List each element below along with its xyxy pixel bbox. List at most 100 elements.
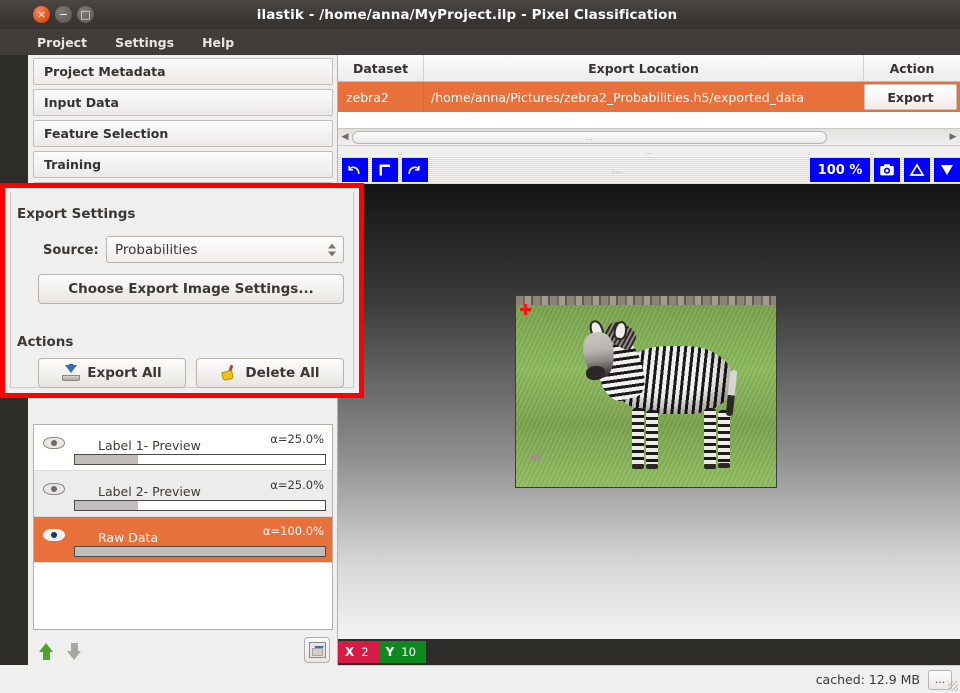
minimize-icon[interactable]: − bbox=[55, 6, 72, 23]
layer-name: Label 2- Preview bbox=[98, 484, 201, 499]
menu-item-help[interactable]: Help bbox=[199, 33, 237, 52]
coordinate-display: X 2 Y 10 bbox=[338, 641, 426, 663]
choose-export-image-settings-button[interactable]: Choose Export Image Settings... bbox=[38, 274, 344, 304]
menu-item-project[interactable]: Project bbox=[34, 33, 90, 52]
close-icon[interactable]: × bbox=[33, 6, 50, 23]
export-table: Dataset Export Location Action zebra2 /h… bbox=[338, 55, 960, 128]
rotate-left-icon[interactable] bbox=[342, 158, 368, 182]
delete-all-button[interactable]: Delete All bbox=[196, 358, 344, 388]
rock-wall bbox=[516, 296, 776, 305]
eye-icon[interactable] bbox=[43, 482, 65, 496]
column-header-export-location[interactable]: Export Location bbox=[424, 55, 864, 81]
arrow-down-icon[interactable] bbox=[61, 638, 87, 664]
zebra-figure bbox=[576, 318, 741, 468]
viewer-toolbar: … 100 % bbox=[338, 156, 960, 184]
x-coordinate: X 2 bbox=[338, 641, 379, 663]
camera-icon[interactable] bbox=[874, 158, 900, 182]
status-bar: cached: 12.9 MB ... bbox=[338, 665, 960, 693]
sidebar-item-feature-selection[interactable]: Feature Selection bbox=[33, 120, 333, 147]
list-item[interactable]: Label 2- Preview α=25.0% bbox=[34, 471, 332, 517]
square-icon[interactable] bbox=[372, 158, 398, 182]
sidebar-item-input-data[interactable]: Input Data bbox=[33, 89, 333, 116]
list-item[interactable]: Label 1- Preview α=25.0% bbox=[34, 425, 332, 471]
spinner-arrows-icon[interactable] bbox=[328, 243, 336, 256]
zoom-level-button[interactable]: 100 % bbox=[810, 158, 870, 182]
export-settings-panel: Export Settings Source: Probabilities Ch… bbox=[0, 183, 364, 398]
layer-alpha: α=25.0% bbox=[270, 478, 324, 492]
sidebar-item-project-metadata[interactable]: Project Metadata bbox=[33, 58, 333, 85]
layer-name: Raw Data bbox=[98, 530, 158, 545]
export-all-label: Export All bbox=[87, 365, 161, 381]
table-empty-area bbox=[338, 112, 960, 127]
layer-alpha: α=100.0% bbox=[263, 524, 324, 538]
export-settings-title: Export Settings bbox=[17, 206, 135, 222]
export-settings-inner: Export Settings Source: Probabilities Ch… bbox=[10, 192, 354, 388]
triangle-down-icon[interactable] bbox=[934, 158, 960, 182]
source-dropdown[interactable]: Probabilities bbox=[106, 236, 344, 263]
delete-all-label: Delete All bbox=[245, 365, 319, 381]
applet-label: Training bbox=[44, 157, 101, 172]
layer-opacity-slider[interactable] bbox=[74, 500, 326, 511]
ilastik-window: × − □ ilastik - /home/anna/MyProject.ilp… bbox=[0, 0, 960, 693]
toolbar-spacer: … bbox=[428, 166, 806, 175]
cell-dataset: zebra2 bbox=[338, 82, 424, 112]
rotate-right-icon[interactable] bbox=[402, 158, 428, 182]
layer-toolbar bbox=[33, 636, 333, 666]
layer-name: Label 1- Preview bbox=[98, 438, 201, 453]
applet-label: Feature Selection bbox=[44, 126, 168, 141]
actions-title: Actions bbox=[17, 334, 73, 350]
window-controls: × − □ bbox=[33, 6, 94, 23]
x-value: 2 bbox=[361, 645, 378, 659]
applet-label: Project Metadata bbox=[44, 64, 166, 79]
cell-export-location: /home/anna/Pictures/zebra2_Probabilities… bbox=[424, 82, 864, 112]
column-header-dataset[interactable]: Dataset bbox=[338, 55, 424, 81]
menu-bar: Project Settings Help bbox=[0, 29, 960, 55]
table-header-row: Dataset Export Location Action bbox=[338, 55, 960, 82]
scroll-left-icon[interactable]: ◀ bbox=[338, 129, 352, 145]
export-tray-icon bbox=[62, 365, 80, 381]
source-label: Source: bbox=[43, 243, 99, 258]
layer-opacity-slider[interactable] bbox=[74, 546, 326, 557]
export-button[interactable]: Export bbox=[864, 84, 957, 110]
y-coordinate: Y 10 bbox=[379, 641, 426, 663]
cell-action: Export bbox=[864, 82, 960, 112]
table-row[interactable]: zebra2 /home/anna/Pictures/zebra2_Probab… bbox=[338, 82, 960, 112]
eye-icon[interactable] bbox=[43, 436, 65, 450]
triangle-up-icon[interactable] bbox=[904, 158, 930, 182]
splitter-handle[interactable]: … bbox=[338, 146, 960, 156]
column-header-action[interactable]: Action bbox=[864, 55, 960, 81]
minimize-glyph: − bbox=[59, 9, 68, 20]
table-horizontal-scrollbar[interactable]: ◀ … ▶ bbox=[338, 128, 960, 146]
resize-grip[interactable] bbox=[948, 681, 958, 691]
arrow-up-icon[interactable] bbox=[33, 638, 59, 664]
menu-item-settings[interactable]: Settings bbox=[112, 33, 177, 52]
scroll-track[interactable]: … bbox=[352, 131, 946, 144]
list-item[interactable]: Raw Data α=100.0% bbox=[34, 517, 332, 563]
cache-status: cached: 12.9 MB bbox=[816, 672, 920, 687]
crosshair-cursor-icon bbox=[520, 304, 531, 315]
layer-list: Label 1- Preview α=25.0% Label 2- Previe… bbox=[33, 424, 333, 630]
applet-label: Input Data bbox=[44, 95, 119, 110]
title-bar: × − □ ilastik - /home/anna/MyProject.ilp… bbox=[0, 0, 960, 29]
choose-settings-label: Choose Export Image Settings... bbox=[68, 281, 313, 297]
scroll-right-icon[interactable]: ▶ bbox=[946, 129, 960, 145]
status-bar-left-fill bbox=[0, 665, 338, 693]
broom-icon bbox=[220, 365, 238, 381]
close-glyph: × bbox=[37, 9, 46, 20]
zebra-image[interactable] bbox=[515, 295, 777, 488]
x-label: X bbox=[338, 645, 361, 659]
source-value: Probabilities bbox=[115, 242, 197, 258]
layer-alpha: α=25.0% bbox=[270, 432, 324, 446]
maximize-glyph: □ bbox=[80, 9, 90, 20]
save-layer-icon[interactable] bbox=[304, 637, 330, 663]
export-all-button[interactable]: Export All bbox=[38, 358, 186, 388]
y-label: Y bbox=[379, 645, 402, 659]
small-rock bbox=[530, 454, 542, 461]
eye-icon[interactable] bbox=[43, 528, 65, 542]
layer-opacity-slider[interactable] bbox=[74, 454, 326, 465]
image-viewer[interactable]: … 100 % bbox=[338, 156, 960, 639]
y-value: 10 bbox=[401, 645, 426, 659]
sidebar-item-training[interactable]: Training bbox=[33, 151, 333, 178]
scroll-thumb[interactable]: … bbox=[352, 131, 827, 144]
maximize-icon[interactable]: □ bbox=[77, 6, 94, 23]
